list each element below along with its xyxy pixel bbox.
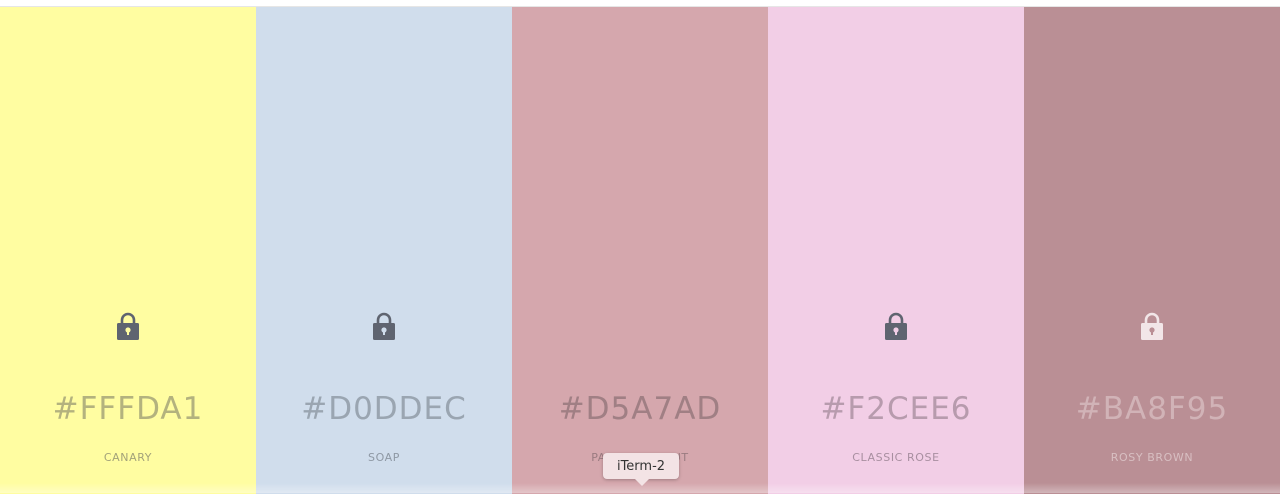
lock-icon[interactable] [371,310,397,342]
hex-code[interactable]: #D0DDEC [256,391,512,427]
lock-icon[interactable] [115,310,141,342]
lock-icon[interactable] [1139,310,1165,342]
lock-icon[interactable] [883,310,909,342]
swatch-classic-rose[interactable]: #F2CEE6 CLASSIC ROSE [768,7,1024,494]
hex-code[interactable]: #BA8F95 [1024,391,1280,427]
app-tooltip: iTerm-2 [603,453,679,479]
swatch-canary[interactable]: #FFFDA1 CANARY [0,7,256,494]
hex-code[interactable]: #F2CEE6 [768,391,1024,427]
hex-code[interactable]: #FFFDA1 [0,391,256,427]
color-palette: #FFFDA1 CANARY #D0DDEC SOAP #D5A7AD PALE… [0,6,1280,494]
tooltip-label: iTerm-2 [617,459,665,474]
color-name[interactable]: SOAP [256,451,512,464]
swatch-soap[interactable]: #D0DDEC SOAP [256,7,512,494]
hex-code[interactable]: #D5A7AD [512,391,768,427]
swatch-pale-chestnut[interactable]: #D5A7AD PALE CHESTNUT [512,7,768,494]
swatch-rosy-brown[interactable]: #BA8F95 ROSY BROWN [1024,7,1280,494]
color-name[interactable]: CLASSIC ROSE [768,451,1024,464]
color-name[interactable]: CANARY [0,451,256,464]
color-name[interactable]: ROSY BROWN [1024,451,1280,464]
